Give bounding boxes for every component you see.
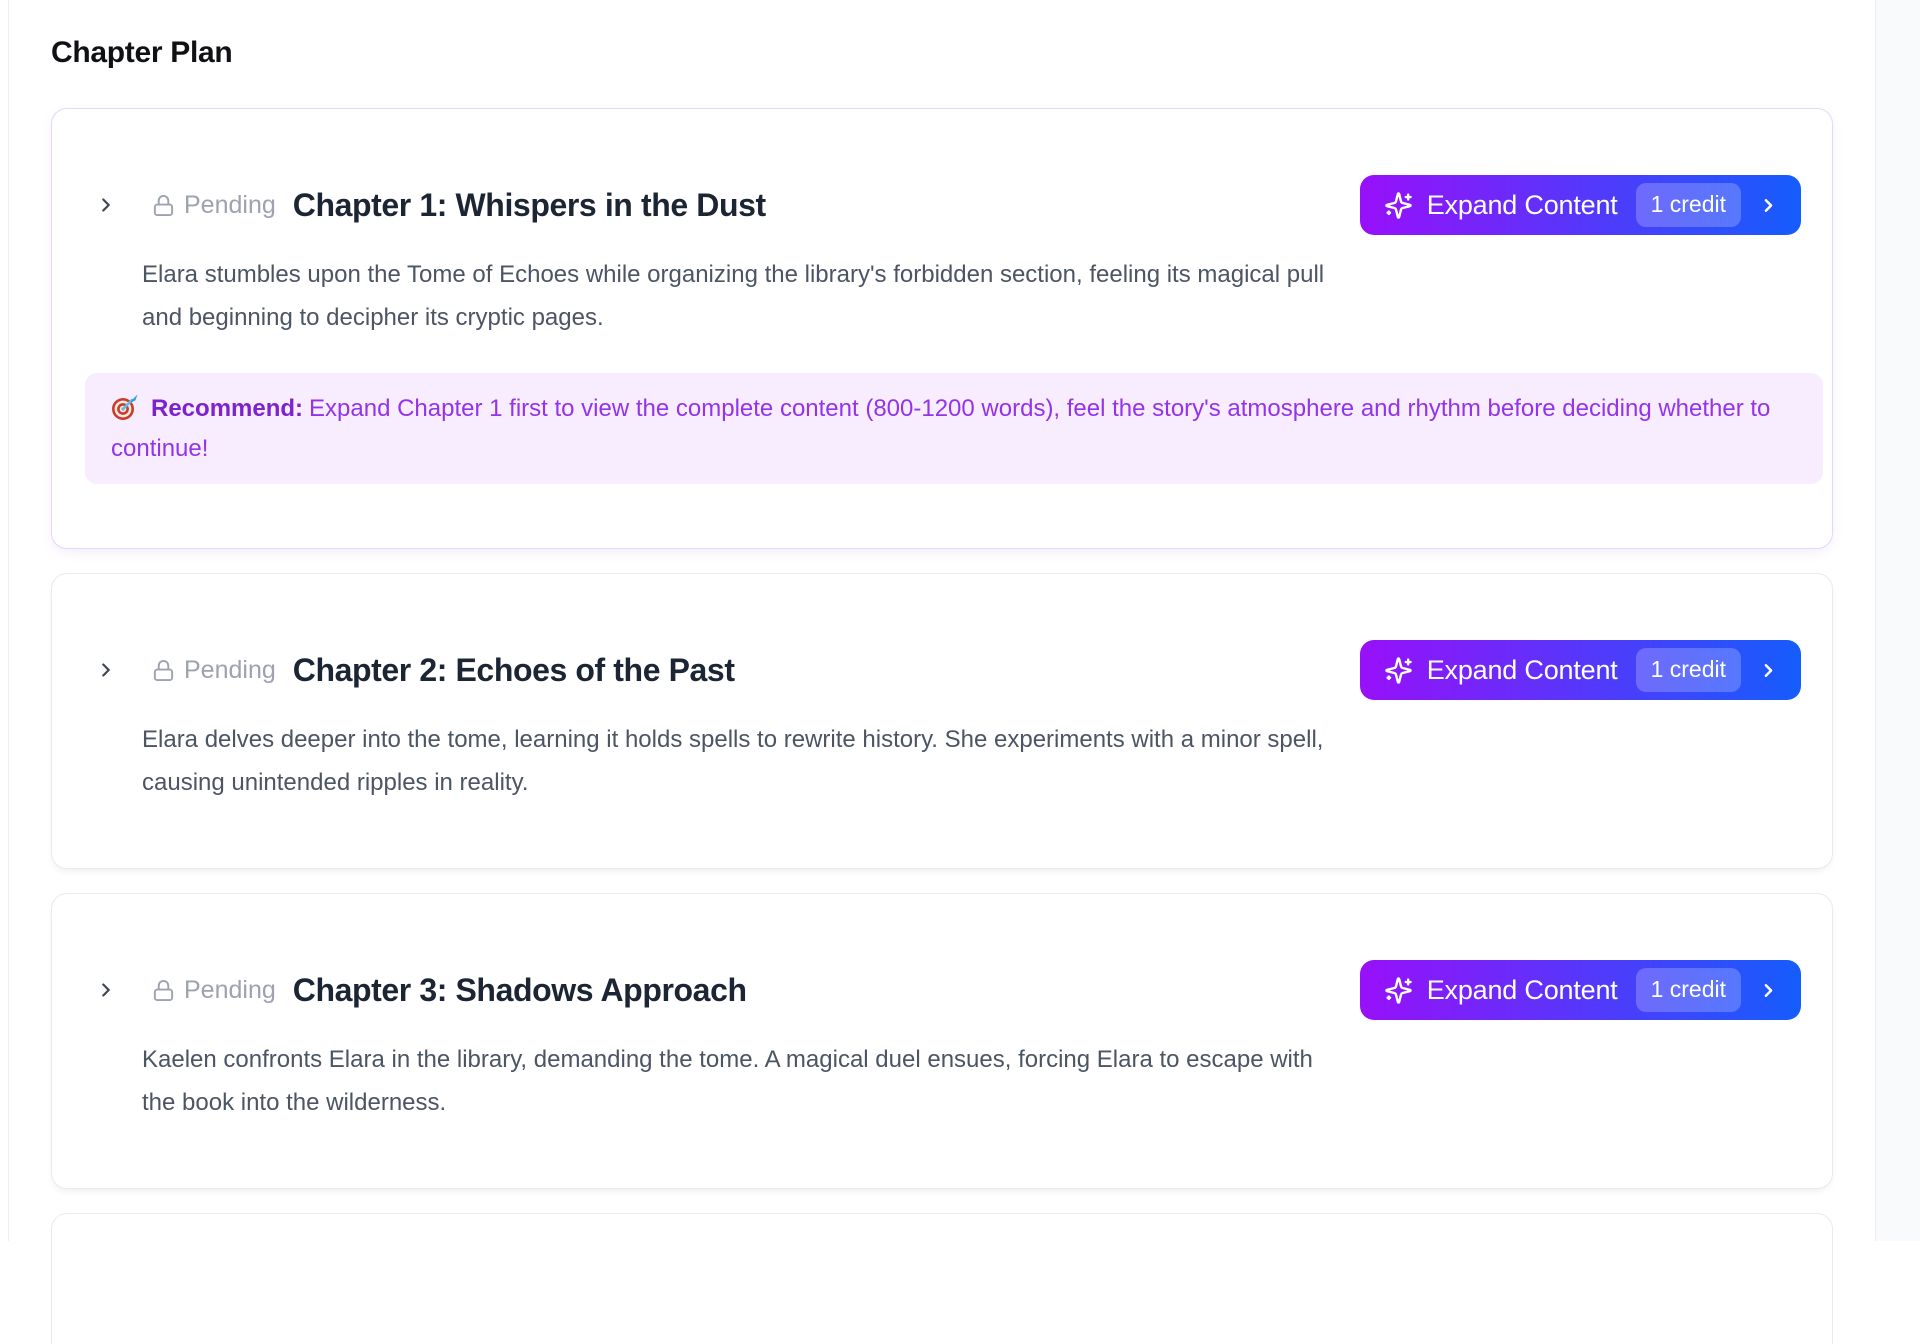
sparkles-icon	[1384, 656, 1413, 685]
right-gutter	[1876, 0, 1920, 1241]
chapter-card-1: Pending Chapter 1: Whispers in the Dust …	[51, 108, 1833, 549]
chapter-title: Chapter 1: Whispers in the Dust	[293, 187, 766, 224]
lock-icon	[152, 194, 175, 217]
sparkles-icon	[1384, 191, 1413, 220]
chapter-plan-panel: Chapter Plan Pending Chapter 1: Whispers…	[8, 0, 1876, 1241]
expand-button-label: Expand Content	[1427, 975, 1618, 1006]
credit-badge: 1 credit	[1636, 968, 1741, 1012]
status-label: Pending	[184, 191, 276, 220]
chevron-right-icon	[1758, 980, 1779, 1001]
credit-badge: 1 credit	[1636, 183, 1741, 227]
chevron-right-icon[interactable]	[95, 979, 117, 1001]
chapter-2-header-row[interactable]: Pending Chapter 2: Echoes of the Past Ex…	[52, 640, 1832, 700]
lock-icon	[152, 979, 175, 1002]
chapter-3-header-row[interactable]: Pending Chapter 3: Shadows Approach Expa…	[52, 960, 1832, 1020]
recommend-text: Expand Chapter 1 first to view the compl…	[111, 395, 1770, 462]
target-emoji-icon	[111, 393, 139, 421]
chapter-card-partial	[51, 1213, 1833, 1344]
chapter-status: Pending	[152, 191, 276, 220]
chapter-description: Elara delves deeper into the tome, learn…	[142, 718, 1327, 804]
expand-button-label: Expand Content	[1427, 655, 1618, 686]
expand-content-button[interactable]: Expand Content 1 credit	[1360, 960, 1801, 1020]
lock-icon	[152, 659, 175, 682]
page-title: Chapter Plan	[51, 36, 1833, 70]
status-label: Pending	[184, 656, 276, 685]
chevron-right-icon[interactable]	[95, 194, 117, 216]
recommend-label: Recommend:	[151, 395, 303, 422]
expand-content-button[interactable]: Expand Content 1 credit	[1360, 175, 1801, 235]
chapter-card-list: Pending Chapter 1: Whispers in the Dust …	[51, 108, 1833, 1344]
sparkles-icon	[1384, 976, 1413, 1005]
chapter-title: Chapter 2: Echoes of the Past	[293, 652, 735, 689]
chapter-description: Elara stumbles upon the Tome of Echoes w…	[142, 253, 1327, 339]
status-label: Pending	[184, 976, 276, 1005]
chapter-status: Pending	[152, 656, 276, 685]
chevron-right-icon	[1758, 195, 1779, 216]
expand-button-label: Expand Content	[1427, 190, 1618, 221]
chapter-card-3: Pending Chapter 3: Shadows Approach Expa…	[51, 893, 1833, 1189]
chapter-status: Pending	[152, 976, 276, 1005]
chapter-1-header-row[interactable]: Pending Chapter 1: Whispers in the Dust …	[52, 175, 1832, 235]
credit-badge: 1 credit	[1636, 648, 1741, 692]
recommendation-banner: Recommend:Expand Chapter 1 first to view…	[85, 373, 1823, 484]
expand-content-button[interactable]: Expand Content 1 credit	[1360, 640, 1801, 700]
chevron-right-icon	[1758, 660, 1779, 681]
chapter-description: Kaelen confronts Elara in the library, d…	[142, 1038, 1327, 1124]
chapter-card-2: Pending Chapter 2: Echoes of the Past Ex…	[51, 573, 1833, 869]
chevron-right-icon[interactable]	[95, 659, 117, 681]
chapter-title: Chapter 3: Shadows Approach	[293, 972, 747, 1009]
